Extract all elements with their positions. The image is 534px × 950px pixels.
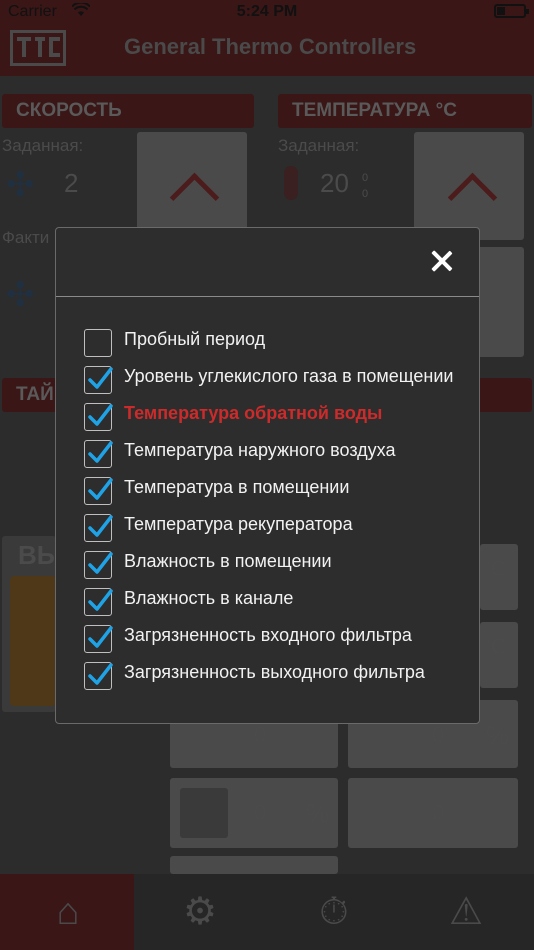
gear-icon[interactable]: ⚙ [170,892,230,932]
sensor-value: 0 [432,722,445,747]
sensor-value: 0 [254,722,267,747]
checkbox-item[interactable]: Пробный период [84,326,464,357]
fan-icon-actual: ✣ [6,276,35,314]
timer-panel-title-right [478,378,532,412]
sensor-value: °C [482,634,507,659]
checkmark-icon [88,552,113,574]
checkbox-item[interactable]: Уровень углекислого газа в помещении [84,363,464,394]
fan-icon: ✣ [6,166,35,204]
timer-panel-title: ТАЙ [2,378,62,412]
checkbox-checked[interactable] [84,514,113,542]
checkbox-label: Температура наружного воздуха [124,440,396,460]
checkbox-item[interactable]: Влажность в помещении [84,548,464,579]
humidity-value: 0 [254,800,267,825]
checkbox-item[interactable]: Влажность в канале [84,585,464,616]
stopwatch-icon[interactable]: ⏱ [304,892,364,932]
checkbox-label: Уровень углекислого газа в помещении [124,366,454,386]
thermometer-icon [284,166,298,200]
checkbox-item[interactable]: Температура рекуператора [84,511,464,542]
speed-set-value: 2 [64,168,79,198]
checkbox-checked[interactable] [84,403,113,431]
checkbox-label: Влажность в помещении [124,551,332,571]
checkbox-checked[interactable] [84,588,113,616]
checkmark-icon [88,478,113,500]
checkbox-item[interactable]: Загрязненность входного фильтра [84,622,464,653]
temp-set-value: 20 [320,168,349,198]
checkbox-checked[interactable] [84,366,113,394]
temp-small-value-2: 0 [362,188,369,200]
home-icon[interactable]: ⌂ [38,892,98,932]
checkbox-item[interactable]: Температура обратной воды [84,400,464,431]
sensor-value: °C [482,556,507,581]
checkbox-list: Пробный период Уровень углекислого газа в… [84,326,464,696]
checkbox-checked[interactable] [84,440,113,468]
checkbox-item[interactable]: Загрязненность выходного фильтра [84,659,464,690]
checkmark-icon [88,626,113,648]
checkbox-checked[interactable] [84,662,113,690]
checkbox-label: Пробный период [124,329,266,349]
checkmark-icon [88,441,113,463]
humidity-unit: % [306,798,330,828]
sensor-selection-dialog: Пробный период Уровень углекислого газа в… [55,227,480,724]
checkbox-checked[interactable] [84,477,113,505]
checkmark-icon [88,404,113,426]
checkbox-label: Температура в помещении [124,477,350,497]
temp-small-value-1: 0 [362,172,369,184]
checkmark-icon [88,663,113,685]
checkmark-icon [88,589,113,611]
speed-panel-title: СКОРОСТЬ [2,94,254,128]
filter-value: 0 [432,800,445,825]
checkbox-label: Загрязненность выходного фильтра [124,662,425,682]
speed-set-label: Заданная: [2,136,84,155]
temp-panel-title: ТЕМПЕРАТУРА °C [278,94,532,128]
water-drops-icon [180,788,228,838]
checkbox-label: Температура обратной воды [124,403,383,423]
mode-toggle[interactable] [10,576,56,706]
checkbox-item[interactable]: Температура в помещении [84,474,464,505]
checkbox-checked[interactable] [84,551,113,579]
checkbox-unchecked[interactable] [84,329,112,357]
warning-icon[interactable]: ⚠ [436,892,496,932]
close-icon[interactable] [431,250,453,272]
checkmark-icon [88,367,113,389]
checkbox-label: Влажность в канале [124,588,294,608]
dialog-header [56,228,479,297]
checkbox-label: Загрязненность входного фильтра [124,625,412,645]
checkmark-icon [88,515,113,537]
checkbox-item[interactable]: Температура наружного воздуха [84,437,464,468]
checkbox-checked[interactable] [84,625,113,653]
sensor-tile [170,856,338,874]
sensor-unit: % [486,720,510,750]
temp-set-label: Заданная: [278,136,360,155]
speed-actual-label: Факти [2,228,50,247]
checkbox-label: Температура рекуператора [124,514,353,534]
